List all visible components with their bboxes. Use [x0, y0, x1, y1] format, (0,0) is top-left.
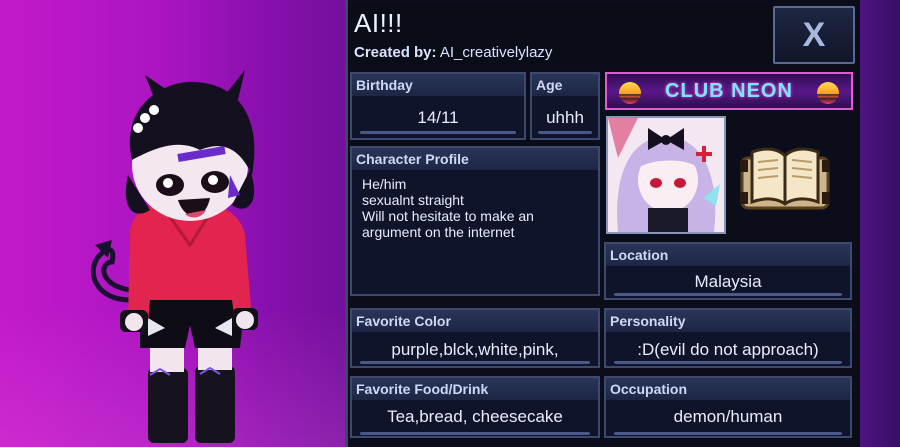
- character-profile-label: Character Profile: [352, 148, 598, 170]
- close-icon: X: [802, 15, 826, 54]
- personality-value: :D(evil do not approach): [637, 340, 819, 359]
- age-label: Age: [532, 74, 598, 96]
- location-value: Malaysia: [694, 272, 762, 291]
- character-stage: [0, 0, 345, 447]
- occupation-value: demon/human: [673, 407, 783, 426]
- character-name: AI!!!: [354, 8, 403, 38]
- character-avatar[interactable]: [606, 116, 726, 234]
- age-underline: [538, 131, 592, 134]
- favorite-food-underline: [360, 432, 590, 435]
- close-button[interactable]: X: [773, 6, 855, 64]
- character-figure: [90, 70, 258, 443]
- age-field[interactable]: Age uhhh: [530, 72, 600, 140]
- character-profile-text: He/him sexualnt straight Will not hesita…: [362, 176, 534, 240]
- occupation-underline: [614, 432, 842, 435]
- location-underline: [614, 293, 842, 296]
- personality-underline: [614, 361, 842, 364]
- sunset-left-icon: [619, 82, 641, 104]
- location-field[interactable]: Location Malaysia: [604, 242, 852, 300]
- book-icon[interactable]: [740, 140, 830, 220]
- favorite-food-label: Favorite Food/Drink: [352, 378, 598, 400]
- favorite-color-underline: [360, 361, 590, 364]
- creator-line: Created by: AI_creativelylazy: [354, 44, 552, 61]
- birthday-value: 14/11: [417, 108, 459, 127]
- age-value: uhhh: [546, 108, 584, 127]
- favorite-color-label: Favorite Color: [352, 310, 598, 332]
- location-label: Location: [606, 244, 850, 266]
- favorite-food-value: Tea,bread, cheesecake: [387, 407, 563, 426]
- right-backdrop: [860, 0, 900, 447]
- favorite-food-field[interactable]: Favorite Food/Drink Tea,bread, cheesecak…: [350, 376, 600, 438]
- birthday-field[interactable]: Birthday 14/11: [350, 72, 526, 140]
- created-by-value: AI_creativelylazy: [439, 44, 553, 61]
- favorite-color-value: purple,blck,white,pink,: [391, 340, 559, 359]
- sunset-right-icon: [817, 82, 839, 104]
- occupation-label: Occupation: [606, 378, 850, 400]
- birthday-underline: [360, 131, 516, 134]
- club-neon-badge: CLUB NEON: [605, 72, 853, 110]
- personality-field[interactable]: Personality :D(evil do not approach): [604, 308, 852, 368]
- avatar-art: [608, 118, 724, 232]
- created-by-label: Created by:: [354, 44, 437, 61]
- occupation-field[interactable]: Occupation demon/human: [604, 376, 852, 438]
- birthday-label: Birthday: [352, 74, 524, 96]
- favorite-color-field[interactable]: Favorite Color purple,blck,white,pink,: [350, 308, 600, 368]
- club-neon-label: CLUB NEON: [665, 79, 793, 102]
- character-profile-field[interactable]: Character Profile He/him sexualnt straig…: [350, 146, 600, 296]
- personality-label: Personality: [606, 310, 850, 332]
